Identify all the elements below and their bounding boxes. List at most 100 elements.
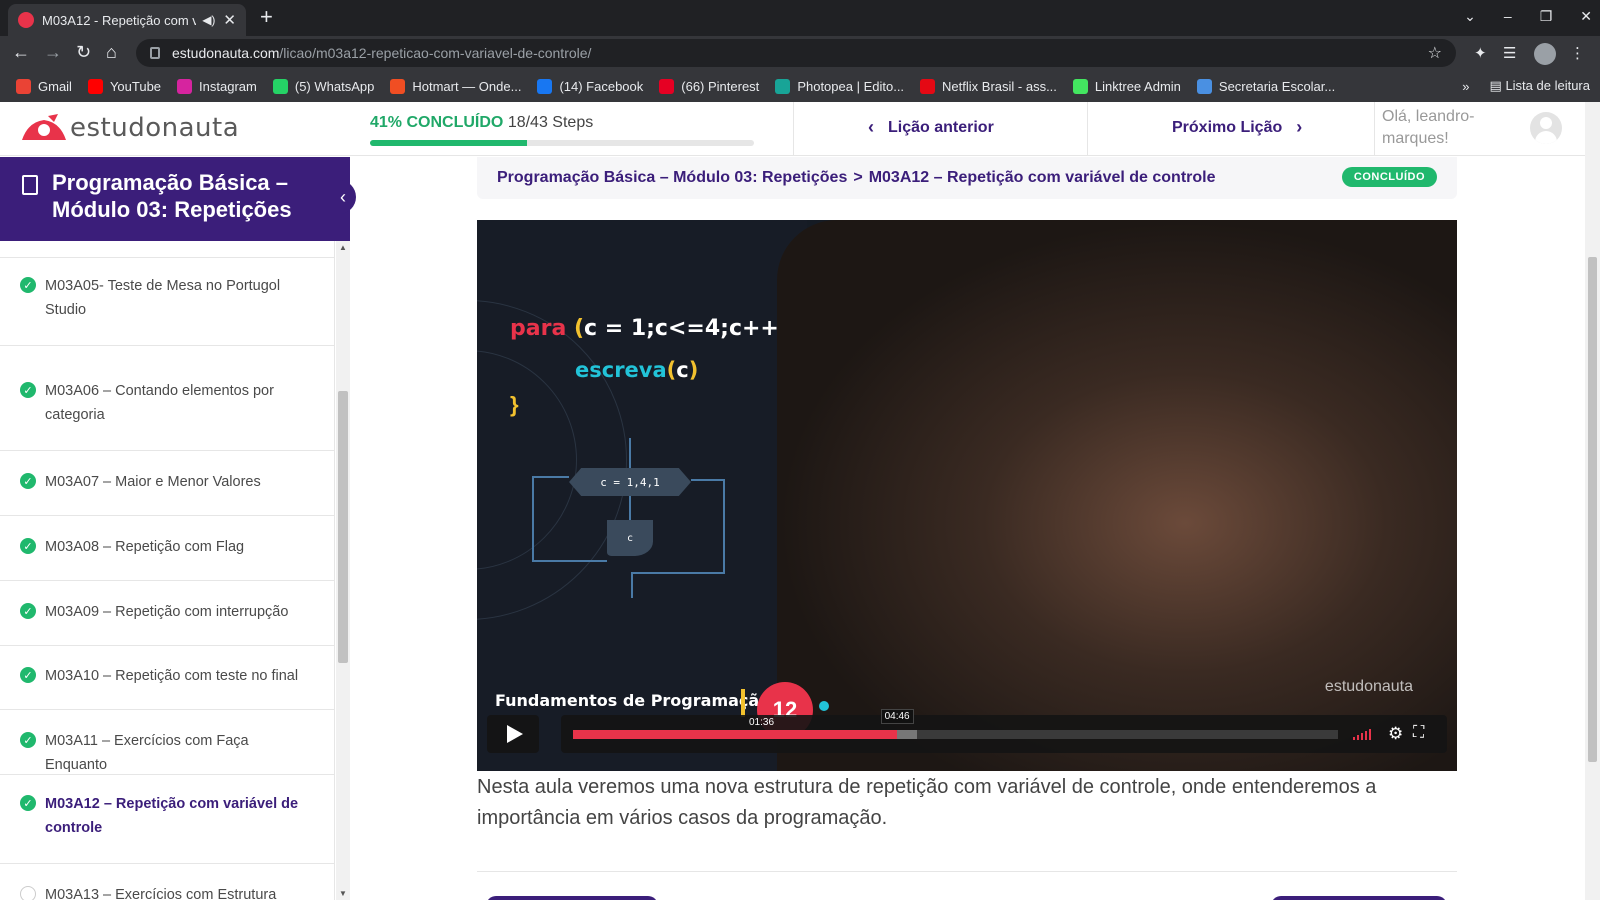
scroll-up-icon[interactable]: ▲ (339, 243, 347, 252)
new-tab-button[interactable]: + (260, 6, 273, 28)
restore-button[interactable]: ❐ (1540, 8, 1553, 25)
back-button[interactable]: ← (12, 42, 30, 62)
fullscreen-icon[interactable]: ⛶ (1413, 724, 1424, 742)
previous-lesson-label: Lição anterior (888, 118, 994, 136)
flowchart-output-node: c (607, 520, 653, 556)
url-host: estudonauta.com (172, 45, 280, 61)
profile-avatar[interactable] (1534, 43, 1556, 65)
volume-bars[interactable] (1353, 729, 1371, 740)
netflix-icon (920, 78, 936, 94)
close-window-button[interactable]: ✕ (1580, 8, 1592, 25)
course-title: Programação Básica – Módulo 03: Repetiçõ… (52, 170, 292, 222)
bookmark-item[interactable]: (14) Facebook (537, 78, 644, 94)
bookmarks-bar: Gmail YouTube Instagram (5) WhatsApp Hotmart… (0, 70, 1600, 102)
bookmark-label: Linktree Admin (1094, 78, 1181, 94)
chevron-right-icon: › (1296, 117, 1303, 137)
logo-wordmark: estudonauta (70, 113, 240, 143)
collapse-sidebar-button[interactable]: ‹ (330, 180, 356, 214)
bookmark-item[interactable]: (5) WhatsApp (272, 78, 375, 94)
bookmark-item[interactable]: Photopea | Edito... (775, 78, 904, 94)
lesson-label: M03A05- Teste de Mesa no Portugol Studio (45, 278, 281, 318)
lesson-label: M03A10 – Repetição com teste no final (45, 668, 299, 684)
lesson-item[interactable]: M03A13 – Exercícios com Estrutura PARA (0, 864, 334, 900)
home-button[interactable]: ⌂ (106, 42, 117, 62)
secretaria-icon (1196, 78, 1212, 94)
address-bar[interactable]: estudonauta.com/licao/m03a12-repeticao-c… (136, 39, 1456, 67)
lesson-item[interactable]: ✓ M03A08 – Repetição com Flag (0, 516, 334, 581)
scroll-down-icon[interactable]: ▼ (339, 889, 347, 898)
bookmark-item[interactable]: YouTube (87, 78, 161, 94)
bookmark-item[interactable]: Secretaria Escolar... (1196, 78, 1335, 94)
next-lesson-button-bottom[interactable] (1271, 896, 1447, 900)
previous-lesson-link[interactable]: ‹ Lição anterior (868, 117, 994, 138)
bookmark-label: (5) WhatsApp (294, 78, 375, 94)
media-control-icon[interactable]: ☰ (1503, 44, 1516, 62)
code-line-for: para (c = 1;c<=4;c++ ) { (510, 316, 820, 341)
lesson-item[interactable]: ✓ M03A05- Teste de Mesa no Portugol Studi… (0, 257, 334, 346)
seek-bar[interactable]: 04:46 (573, 709, 1338, 739)
sidebar-scrollbar[interactable]: ▲ ▼ (336, 241, 350, 900)
settings-gear-icon[interactable]: ⚙ (1388, 724, 1403, 744)
lock-icon[interactable] (150, 47, 160, 59)
progress-percent: 41% CONCLUÍDO (370, 114, 504, 131)
video-controls: 01:36 04:46 ⚙ ⛶ (477, 709, 1457, 757)
played-progress (573, 730, 897, 739)
bookmark-item[interactable]: Netflix Brasil - ass... (920, 78, 1057, 94)
astronaut-logo-icon (22, 114, 66, 140)
content-divider (477, 871, 1457, 872)
play-button[interactable] (487, 715, 539, 753)
lesson-item[interactable]: ✓ M03A07 – Maior e Menor Valores (0, 451, 334, 516)
prev-lesson-button-bottom[interactable] (486, 896, 658, 900)
bookmark-star-icon[interactable]: ☆ (1428, 43, 1442, 63)
user-avatar[interactable] (1530, 112, 1562, 144)
audio-playing-icon[interactable]: ◀) (202, 13, 215, 27)
check-icon: ✓ (20, 382, 36, 398)
bookmark-item[interactable]: Linktree Admin (1072, 78, 1181, 94)
page-scrollbar[interactable] (1585, 102, 1600, 900)
flowchart-loop-node: c = 1,4,1 (569, 468, 691, 496)
lesson-item[interactable]: ✓ M03A06 – Contando elementos por categor… (0, 362, 334, 451)
close-tab-icon[interactable]: ✕ (223, 11, 236, 29)
reload-button[interactable]: ↻ (76, 42, 91, 62)
browser-tab-active[interactable]: M03A12 - Repetição com v ◀) ✕ (8, 4, 246, 36)
forward-button[interactable]: → (44, 42, 62, 62)
play-icon (507, 725, 523, 743)
next-lesson-label: Próximo Lição (1172, 118, 1283, 136)
lesson-item[interactable]: ✓ M03A12 – Repetição com variável de cont… (0, 775, 334, 864)
book-icon (22, 175, 38, 195)
bookmark-item[interactable]: Hotmart — Onde... (390, 78, 521, 94)
extensions-puzzle-icon[interactable]: ✦ (1474, 44, 1487, 62)
tab-search-icon[interactable]: ⌄ (1464, 8, 1476, 25)
breadcrumb: Programação Básica – Módulo 03: Repetiçõ… (477, 157, 1457, 199)
breadcrumb-lesson-link[interactable]: M03A12 – Repetição com variável de contr… (869, 169, 1216, 187)
reading-list-icon: ▤ (1489, 78, 1506, 93)
sidebar-scroll-thumb[interactable] (338, 391, 348, 663)
bookmark-item[interactable]: Gmail (16, 78, 72, 94)
estudonauta-logo[interactable]: estudonauta (18, 112, 239, 144)
facebook-icon (537, 78, 553, 94)
course-progress: 41% CONCLUÍDO 18/43 Steps (370, 114, 754, 146)
browser-menu-icon[interactable]: ⋮ (1570, 44, 1585, 62)
hover-timecode: 04:46 (880, 709, 914, 724)
video-player[interactable]: para (c = 1;c<=4;c++ ) { escreva(c) } c … (477, 220, 1457, 771)
gmail-icon (16, 78, 31, 94)
bookmark-item[interactable]: Instagram (177, 78, 257, 94)
bookmark-label: Gmail (38, 78, 72, 94)
bookmark-label: (14) Facebook (559, 78, 644, 94)
lesson-item[interactable]: ✓ M03A11 – Exercícios com Faça Enquanto (0, 710, 334, 775)
reading-list-button[interactable]: ▤ Lista de leitura (1490, 78, 1590, 94)
breadcrumb-course-link[interactable]: Programação Básica – Módulo 03: Repetiçõ… (497, 169, 847, 187)
check-icon (20, 886, 36, 900)
site-favicon-icon (18, 12, 34, 28)
check-icon: ✓ (20, 538, 36, 554)
minimize-button[interactable]: – (1504, 8, 1512, 25)
more-bookmarks-button[interactable]: » (1462, 79, 1469, 94)
bookmark-item[interactable]: (66) Pinterest (659, 78, 759, 94)
lesson-item[interactable]: ✓ M03A10 – Repetição com teste no final (0, 645, 334, 710)
page-scroll-thumb[interactable] (1588, 257, 1597, 762)
pinterest-icon (659, 78, 675, 94)
browser-toolbar: ← → ↻ ⌂ estudonauta.com/licao/m03a12-rep… (0, 36, 1600, 70)
lesson-item[interactable]: ✓ M03A09 – Repetição com interrupção (0, 581, 334, 646)
tab-title: M03A12 - Repetição com v (42, 12, 197, 28)
next-lesson-link[interactable]: Próximo Lição › (1172, 117, 1302, 138)
